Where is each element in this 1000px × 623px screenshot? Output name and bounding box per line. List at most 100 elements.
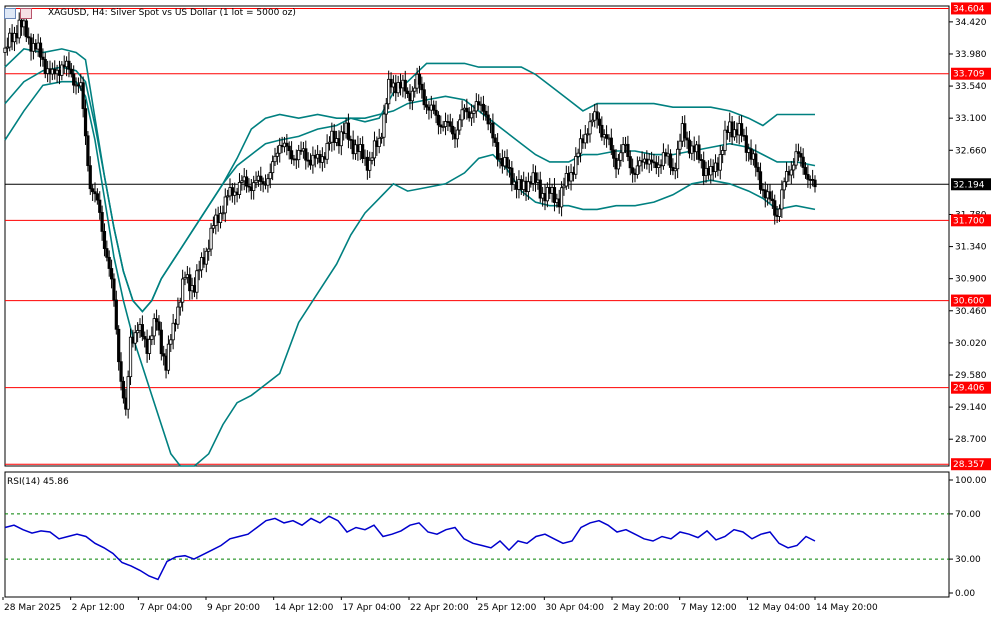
price-tick-label: 30.460 (955, 307, 987, 317)
candle-body (754, 153, 758, 168)
candle-body (631, 167, 635, 174)
candle-body (813, 179, 817, 188)
candle-body (782, 181, 786, 191)
candle-body (806, 174, 810, 180)
x-axis-label: 2 May 20:00 (613, 603, 669, 613)
candle-body (100, 212, 104, 232)
candle-body (150, 335, 154, 340)
candle-body (91, 188, 95, 193)
candle-body (718, 154, 722, 171)
level-badge-label: 30.600 (953, 297, 985, 307)
candle-body (133, 332, 137, 344)
trade-panel-icon[interactable] (20, 7, 32, 19)
candle-body (304, 148, 308, 161)
candle-body (159, 329, 163, 355)
candle-body (140, 324, 144, 337)
candle-body (486, 114, 490, 125)
candle-body (95, 193, 99, 201)
candle-body (469, 112, 474, 119)
candle-body (801, 156, 805, 168)
chart-window-icon[interactable] (4, 7, 16, 19)
candle-body (384, 103, 388, 115)
candle-body (325, 143, 329, 160)
candle-body (448, 121, 452, 127)
candle-body (147, 339, 152, 354)
x-axis-label: 14 Apr 12:00 (275, 603, 334, 613)
candle-body (789, 169, 793, 176)
candle-body (382, 113, 386, 138)
candle-body (107, 256, 111, 269)
candle-body (204, 250, 208, 265)
chart-svg: 28.700 29.140 29.580 30.020 30.460 30.900 31.3… (2, 2, 991, 613)
candle-body (576, 152, 580, 157)
candle-body (432, 104, 436, 111)
candle-body (756, 166, 760, 173)
price-tick-label: 33.980 (955, 50, 987, 60)
price-tick-label: 28.700 (955, 435, 987, 445)
price-tick-label: 34.420 (955, 18, 987, 28)
candle-body (166, 343, 171, 371)
candle-body (721, 150, 725, 155)
candle-body (268, 172, 272, 180)
candle-body (109, 268, 114, 280)
candle-body (773, 200, 777, 216)
price-tick-label: 30.900 (955, 275, 987, 285)
candle-body (777, 208, 782, 217)
x-axis-label: 2 Apr 12:00 (72, 603, 125, 613)
candle-body (287, 145, 291, 152)
rsi-tick-label: 100.00 (955, 476, 987, 486)
candle-body (176, 306, 180, 325)
candle-body (739, 123, 744, 136)
candle-body (491, 122, 495, 139)
candle-body (112, 278, 116, 301)
candle-body (169, 339, 173, 345)
candle-body (799, 153, 803, 158)
candle-body (436, 114, 441, 126)
x-axis-label: 17 Apr 04:00 (342, 603, 401, 613)
candle-body (417, 73, 422, 85)
x-axis-label: 30 Apr 04:00 (545, 603, 604, 613)
candle-body (496, 142, 500, 160)
candle-body (505, 157, 509, 168)
candle-body (69, 68, 73, 75)
candle-body (72, 73, 76, 86)
rsi-panel-frame (4, 471, 950, 598)
candle-body (24, 20, 28, 38)
rsi-tick-label: 0.00 (955, 589, 975, 599)
price-panel-frame (4, 5, 950, 467)
candle-body (218, 213, 223, 223)
candle-body (465, 107, 469, 113)
candle-body (121, 380, 126, 399)
candle-body (481, 103, 486, 112)
candle-body (244, 176, 249, 187)
rsi-line (4, 515, 816, 581)
candle-body (683, 123, 687, 139)
candle-body (3, 47, 7, 53)
candle-body (361, 144, 365, 159)
candle-body (697, 144, 701, 160)
x-axis-label: 7 Apr 04:00 (139, 603, 192, 613)
candle-body (574, 156, 578, 175)
x-axis-label: 7 May 12:00 (681, 603, 737, 613)
candle-body (119, 361, 123, 382)
x-axis-label: 12 May 04:00 (748, 603, 810, 613)
candle-body (597, 118, 602, 126)
candle-body (723, 129, 727, 151)
candle-body (157, 321, 161, 331)
candle-body (81, 82, 85, 110)
candle-body (628, 156, 632, 169)
candle-body (237, 182, 242, 195)
candle-body (117, 328, 121, 363)
candle-body (273, 155, 277, 163)
candle-body (223, 196, 227, 214)
chart-title: XAGUSD, H4: Silver Spot vs US Dollar (1 … (48, 8, 296, 18)
candle-body (126, 376, 130, 410)
candle-body (195, 270, 199, 293)
candle-body (678, 140, 682, 150)
candle-body (86, 135, 90, 167)
price-tick-label: 29.580 (955, 371, 987, 381)
price-tick-label: 33.540 (955, 82, 987, 92)
current-price-label: 32.194 (953, 180, 985, 190)
candle-body (154, 318, 159, 323)
candle-body (98, 199, 102, 213)
